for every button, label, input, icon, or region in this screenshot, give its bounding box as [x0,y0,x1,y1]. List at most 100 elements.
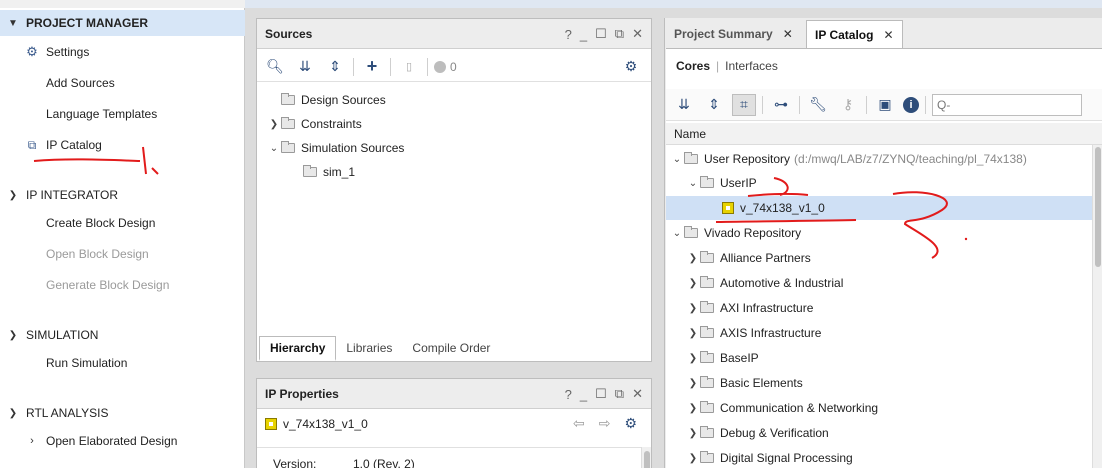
tab-compile-order[interactable]: Compile Order [402,337,500,359]
subtab-interfaces[interactable]: Interfaces [725,59,778,73]
close-icon[interactable]: ✕ [783,27,793,41]
tree-row-constraints[interactable]: ❯ Constraints [257,112,651,136]
chevron-down-icon[interactable]: ⌄ [686,178,700,189]
nav-item-open-block-design[interactable]: Open Block Design [0,243,149,265]
float-icon[interactable]: ⧉ [615,26,624,42]
expand-all-icon[interactable]: ⇕ [323,56,347,78]
close-icon[interactable]: ✕ [632,26,643,42]
collapse-all-icon[interactable]: ⇊ [672,94,696,116]
tree-row-category[interactable]: ❯ Communication & Networking [666,396,1102,420]
chevron-down-icon[interactable]: ⌄ [267,143,281,154]
search-icon[interactable]: 🔍︎ [263,56,287,78]
scroll-thumb[interactable] [644,451,650,468]
subtab-cores[interactable]: Cores [676,59,710,73]
tab-ip-catalog[interactable]: IP Catalog ✕ [806,20,903,48]
tree-row-category[interactable]: ❯ Basic Elements [666,371,1102,395]
help-icon[interactable]: ? [565,387,572,402]
search-input[interactable]: Q- [932,93,1082,116]
repo-path: (d:/mwq/LAB/z7/ZYNQ/teaching/pl_74x138) [794,152,1027,166]
ip-catalog-body: Cores | Interfaces ⇊ ⇕ ⌗ ⊶ 🔧︎ ⚷ ▣ i Q- N… [666,48,1102,468]
properties-icon[interactable]: ▯ [397,56,421,78]
ip-chip-icon: ⧉ [27,137,37,152]
chevron-down-icon[interactable]: ⌄ [670,228,684,239]
close-icon[interactable]: ✕ [632,386,643,402]
chevron-right-icon[interactable]: ❯ [686,253,700,264]
nav-item-language-templates[interactable]: Language Templates [0,103,157,125]
tree-row-category[interactable]: ❯ Debug & Verification [666,421,1102,445]
tree-row-simulation-sources[interactable]: ⌄ Simulation Sources [257,136,651,160]
chevron-down-icon: ▼ [8,17,18,29]
tree-row-category[interactable]: ❯ Automotive & Industrial [666,271,1102,295]
maximize-icon[interactable]: ☐ [595,386,607,402]
chevron-right-icon[interactable]: ❯ [686,453,700,464]
chevron-right-icon[interactable]: ❯ [267,119,281,130]
tree-row-sim-1[interactable]: sim_1 [257,160,651,184]
nav-item-settings[interactable]: ⚙ Settings [0,41,89,63]
tree-label: Debug & Verification [720,426,829,440]
expand-all-icon[interactable]: ⇕ [702,94,726,116]
catalog-scrollbar[interactable] [1092,145,1102,468]
nav-item-ip-catalog[interactable]: ⧉ IP Catalog [0,134,102,156]
tree-row-user-repository[interactable]: ⌄ User Repository (d:/mwq/LAB/z7/ZYNQ/te… [666,147,1102,171]
key-icon[interactable]: ⚷ [836,94,860,116]
nav-item-label: Open Elaborated Design [46,434,178,448]
tree-row-category[interactable]: ❯ AXI Infrastructure [666,296,1102,320]
tree-row-category[interactable]: ❯ BaseIP [666,346,1102,370]
wrench-icon[interactable]: 🔧︎ [806,94,830,116]
help-icon[interactable]: ? [565,27,572,42]
tree-row-category[interactable]: ❯ AXIS Infrastructure [666,321,1102,345]
maximize-icon[interactable]: ☐ [595,26,607,42]
nav-item-label: Run Simulation [46,356,128,370]
chevron-right-icon[interactable]: ❯ [686,428,700,439]
gear-icon[interactable]: ⚙ [624,415,637,432]
folder-icon [700,401,714,413]
tab-libraries[interactable]: Libraries [336,337,402,359]
forward-arrow-icon[interactable]: ⇨ [599,415,611,432]
back-arrow-icon[interactable]: ⇦ [573,415,585,432]
chevron-right-icon[interactable]: ❯ [686,353,700,364]
gear-icon[interactable]: ⚙ [619,56,643,78]
chevron-right-icon[interactable]: ❯ [686,303,700,314]
nav-item-open-elaborated-design[interactable]: › Open Elaborated Design [0,430,177,452]
close-icon[interactable]: ✕ [883,28,893,42]
tree-row-category[interactable]: ❯ Alliance Partners [666,246,1102,270]
float-icon[interactable]: ⧉ [615,386,624,402]
column-header-name[interactable]: Name [666,123,1102,145]
nav-item-run-simulation[interactable]: Run Simulation [0,352,127,374]
tree-label: Simulation Sources [301,141,405,155]
nav-item-add-sources[interactable]: Add Sources [0,72,115,94]
toolbar-separator [762,95,763,114]
group-by-icon[interactable]: ⌗ [732,93,756,116]
scrollbar[interactable] [641,447,651,468]
tab-hierarchy[interactable]: Hierarchy [259,335,337,361]
tab-project-summary[interactable]: Project Summary ✕ [666,20,801,48]
chip-icon[interactable]: ▣ [873,94,897,116]
chevron-right-icon[interactable]: ❯ [686,378,700,389]
chevron-down-icon[interactable]: ⌄ [670,154,684,165]
section-project-manager[interactable]: ▼ PROJECT MANAGER [0,10,245,36]
tree-row-vivado-repository[interactable]: ⌄ Vivado Repository [666,221,1102,245]
minimize-icon[interactable]: _ [580,27,587,42]
tree-row-design-sources[interactable]: Design Sources [257,88,651,112]
tree-row-ip-item[interactable]: v_74x138_v1_0 [666,196,1102,220]
info-icon[interactable]: i [903,96,919,113]
section-ip-integrator[interactable]: ❯ IP INTEGRATOR [0,182,245,208]
minimize-icon[interactable]: _ [580,387,587,402]
nav-item-label: Language Templates [46,107,158,121]
section-label: RTL ANALYSIS [26,406,109,420]
chevron-right-icon[interactable]: ❯ [686,328,700,339]
nav-item-generate-block-design[interactable]: Generate Block Design [0,274,169,296]
chevron-right-icon[interactable]: ❯ [686,403,700,414]
collapse-all-icon[interactable]: ⇊ [293,56,317,78]
tree-row-userip[interactable]: ⌄ UserIP [666,171,1102,195]
panel-title: Sources [265,26,313,41]
hierarchy-icon[interactable]: ⊶ [769,94,793,116]
chevron-right-icon[interactable]: ❯ [686,278,700,289]
section-simulation[interactable]: ❯ SIMULATION [0,322,245,348]
add-icon[interactable]: + [360,56,384,78]
section-rtl-analysis[interactable]: ❯ RTL ANALYSIS [0,400,245,426]
section-label: IP INTEGRATOR [26,188,119,202]
tree-row-category[interactable]: ❯ Digital Signal Processing [666,446,1102,468]
scroll-thumb[interactable] [1095,147,1101,267]
nav-item-create-block-design[interactable]: Create Block Design [0,212,155,234]
